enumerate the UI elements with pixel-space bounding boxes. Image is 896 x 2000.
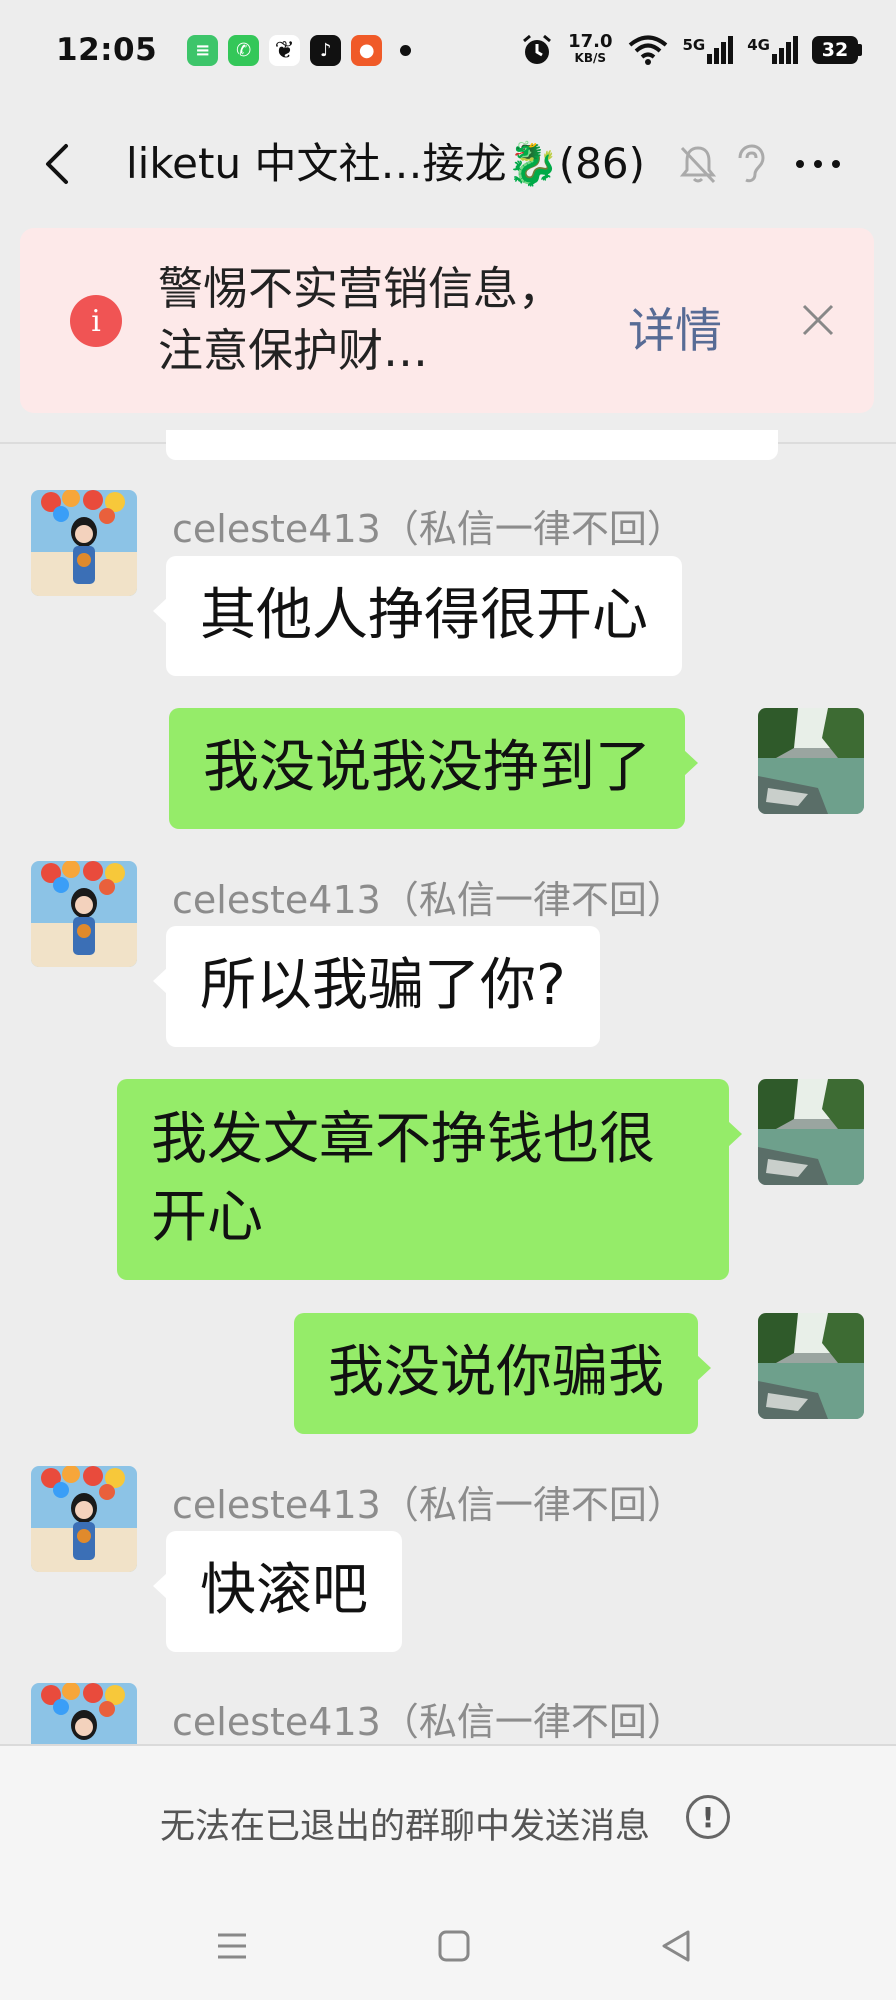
- details-link[interactable]: 详情: [628, 292, 722, 361]
- signal-4g: 4G: [747, 36, 798, 64]
- notification-icons: ≡ ✆ ❦ ♪ ●: [187, 34, 412, 66]
- sender-avatar[interactable]: [31, 490, 137, 596]
- my-avatar[interactable]: [758, 1313, 864, 1419]
- wifi-icon: [628, 35, 667, 65]
- sender-avatar[interactable]: [31, 1683, 137, 1744]
- net-4g-label: 4G: [747, 36, 770, 54]
- incoming-message-bubble[interactable]: 所以我骗了你?: [153, 926, 600, 1047]
- mute-icon[interactable]: [676, 142, 720, 186]
- incoming-message-bubble[interactable]: 其他人挣得很开心: [153, 556, 682, 676]
- alarm-icon: [523, 34, 552, 64]
- partial-message-bubble: [166, 430, 778, 460]
- back-nav-icon[interactable]: [654, 1924, 698, 1968]
- wechat-icon: ❦: [269, 34, 301, 66]
- warning-icon: i: [70, 295, 122, 347]
- sender-name: celeste413（私信一律不回）: [172, 507, 685, 551]
- warning-banner: i 警惕不实营销信息，注意保护财… 详情: [20, 228, 874, 413]
- cannot-send-notice: 无法在已退出的群聊中发送消息: [160, 1807, 651, 1847]
- signal-5g: 5G: [683, 36, 734, 64]
- speed-unit: KB/S: [574, 51, 607, 65]
- outgoing-message-bubble[interactable]: 我发文章不挣钱也很开心: [117, 1079, 742, 1280]
- chat-title: liketu 中文社…接龙🐉(86): [126, 139, 645, 188]
- outgoing-message-bubble[interactable]: 我没说我没挣到了: [169, 708, 698, 829]
- sender-avatar[interactable]: [31, 861, 137, 967]
- info-icon[interactable]: !: [686, 1795, 730, 1839]
- my-avatar[interactable]: [758, 708, 864, 814]
- clock: 12:05: [56, 32, 158, 68]
- battery-level: 32: [812, 36, 858, 64]
- status-right: 17.0 KB/S 5G 4G 32: [520, 33, 862, 67]
- back-icon[interactable]: [38, 140, 78, 188]
- app-icon: ●: [351, 34, 383, 66]
- speed-value: 17.0: [568, 31, 613, 52]
- chat-header: liketu 中文社…接龙🐉(86): [0, 100, 896, 228]
- status-bar: 12:05 ≡ ✆ ❦ ♪ ● 17.0 KB/S 5G 4G 32: [0, 0, 896, 100]
- incoming-message-bubble[interactable]: 快滚吧: [153, 1531, 402, 1652]
- network-speed: 17.0 KB/S: [568, 31, 613, 66]
- battery-icon: 32: [812, 36, 862, 64]
- input-disabled-bar: 无法在已退出的群聊中发送消息 !: [0, 1744, 896, 1892]
- more-icon[interactable]: [796, 160, 840, 168]
- partial-message-row: celeste413（私信一律不回）: [0, 1680, 896, 1744]
- menu-icon[interactable]: [210, 1924, 254, 1968]
- outgoing-message-bubble[interactable]: 我没说你骗我: [294, 1313, 711, 1434]
- tiktok-icon: ♪: [310, 34, 342, 66]
- my-avatar[interactable]: [758, 1079, 864, 1185]
- messages-icon: ≡: [187, 34, 219, 66]
- phone-icon: ✆: [228, 34, 260, 66]
- home-icon[interactable]: [432, 1924, 476, 1968]
- sender-name: celeste413（私信一律不回）: [172, 1483, 685, 1527]
- sender-name: celeste413（私信一律不回）: [172, 1700, 685, 1744]
- sender-avatar[interactable]: [31, 1466, 137, 1572]
- close-icon[interactable]: [798, 300, 838, 340]
- net-5g-label: 5G: [682, 36, 706, 54]
- wechat-group-chat-screen: 12:05 ≡ ✆ ❦ ♪ ● 17.0 KB/S 5G 4G 32 liket…: [0, 0, 896, 2000]
- warning-text: 警惕不实营销信息，注意保护财…: [158, 262, 564, 377]
- sender-name: celeste413（私信一律不回）: [172, 878, 685, 922]
- earpiece-icon[interactable]: [730, 142, 770, 186]
- system-navigation-bar: [0, 1892, 896, 2000]
- more-notifications-dot: [400, 44, 412, 56]
